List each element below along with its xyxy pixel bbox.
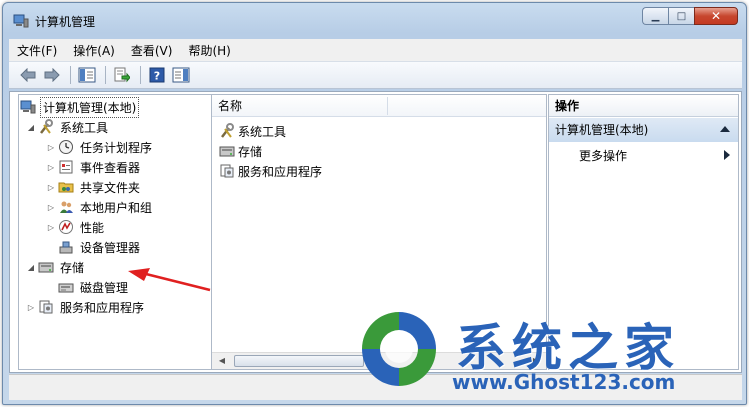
users-icon <box>57 199 75 215</box>
tree-item-storage[interactable]: ◢ 存储 <box>25 257 86 277</box>
storage-icon <box>37 259 55 275</box>
show-hide-tree-icon <box>78 67 96 83</box>
toolbar: ? <box>9 61 742 89</box>
tree-label: 设备管理器 <box>80 240 141 255</box>
list-item-label: 服务和应用程序 <box>238 164 323 179</box>
tree-item-local-users-groups[interactable]: ▷ 本地用户和组 <box>45 197 154 217</box>
close-button[interactable]: ✕ <box>694 7 738 25</box>
tree-item-task-scheduler[interactable]: ▷ 任务计划程序 <box>45 137 154 157</box>
shared-folder-icon <box>57 179 75 195</box>
console-tree[interactable]: 计算机管理(本地) ◢ 系统工具 ▷ 任务计划程序 ▷ 事件查看器 ▷ 共享文件… <box>18 94 212 370</box>
submenu-arrow-icon[interactable] <box>724 150 730 160</box>
title-bar[interactable]: 计算机管理 ▁ □ ✕ <box>3 3 746 37</box>
forward-arrow-icon <box>44 68 60 82</box>
horizontal-scrollbar[interactable]: ◀ ▶ <box>212 352 546 369</box>
computer-management-icon <box>19 99 37 115</box>
help-button[interactable]: ? <box>146 65 168 85</box>
actions-section-label: 计算机管理(本地) <box>555 123 649 137</box>
actions-header: 操作 <box>549 95 738 117</box>
toolbar-separator <box>105 66 106 84</box>
device-manager-icon <box>57 239 75 255</box>
performance-icon <box>57 219 75 235</box>
show-hide-tree-button[interactable] <box>76 65 98 85</box>
menu-file[interactable]: 文件(F) <box>9 42 65 59</box>
tree-label: 本地用户和组 <box>80 200 153 215</box>
scrollbar-thumb[interactable] <box>234 355 364 367</box>
expand-triangle-icon[interactable]: ▷ <box>45 163 57 172</box>
list-item-label: 系统工具 <box>238 124 287 139</box>
clock-icon <box>57 139 75 155</box>
tree-label: 性能 <box>80 220 105 235</box>
main-content: 计算机管理(本地) ◢ 系统工具 ▷ 任务计划程序 ▷ 事件查看器 ▷ 共享文件… <box>9 91 742 373</box>
more-actions-item[interactable]: 更多操作 <box>579 147 627 164</box>
red-pointer-arrow-icon <box>128 268 211 292</box>
expand-triangle-icon[interactable]: ▷ <box>45 143 57 152</box>
collapse-triangle-icon[interactable]: ◢ <box>25 123 37 132</box>
disk-management-icon <box>57 279 75 295</box>
actions-section-computer-management[interactable]: 计算机管理(本地) <box>549 118 738 142</box>
event-viewer-icon <box>57 159 75 175</box>
tree-label: 任务计划程序 <box>80 140 153 155</box>
expand-triangle-icon[interactable]: ▷ <box>45 183 57 192</box>
collapse-triangle-icon[interactable]: ◢ <box>25 263 37 272</box>
services-icon <box>37 299 55 315</box>
tree-item-services-applications[interactable]: ▷ 服务和应用程序 <box>25 297 146 317</box>
column-separator[interactable] <box>387 97 388 115</box>
menu-action[interactable]: 操作(A) <box>65 42 123 59</box>
tree-label: 存储 <box>60 260 85 275</box>
show-hide-action-pane-button[interactable] <box>170 65 192 85</box>
tree-item-event-viewer[interactable]: ▷ 事件查看器 <box>45 157 142 177</box>
back-arrow-icon <box>20 68 36 82</box>
list-item-services-applications[interactable]: 服务和应用程序 <box>218 161 322 181</box>
tree-item-computer-management-local[interactable]: 计算机管理(本地) <box>19 96 140 118</box>
show-hide-action-pane-icon <box>172 67 190 83</box>
actions-pane: 操作 计算机管理(本地) 更多操作 <box>548 94 739 370</box>
expand-triangle-icon[interactable]: ▷ <box>45 203 57 212</box>
tools-icon <box>37 119 55 135</box>
export-list-icon <box>114 67 130 83</box>
scroll-right-arrow-icon[interactable]: ▶ <box>529 355 543 367</box>
tree-item-disk-management[interactable]: 磁盘管理 <box>57 277 130 297</box>
computer-management-icon <box>13 14 29 28</box>
back-button[interactable] <box>17 65 39 85</box>
toolbar-separator <box>70 66 71 84</box>
tree-label: 服务和应用程序 <box>60 300 145 315</box>
tree-item-performance[interactable]: ▷ 性能 <box>45 217 106 237</box>
list-item-system-tools[interactable]: 系统工具 <box>218 121 286 141</box>
results-pane[interactable]: 名称 系统工具 存储 服务和应用程序 ◀ ▶ <box>211 94 547 370</box>
tree-label: 事件查看器 <box>80 160 141 175</box>
menu-bar: 文件(F) 操作(A) 查看(V) 帮助(H) <box>9 39 742 61</box>
export-list-button[interactable] <box>111 65 133 85</box>
forward-button[interactable] <box>41 65 63 85</box>
help-icon: ? <box>149 67 165 83</box>
expand-triangle-icon[interactable]: ▷ <box>45 223 57 232</box>
tree-label: 计算机管理(本地) <box>40 96 140 118</box>
column-header-label: 名称 <box>218 99 243 113</box>
menu-view[interactable]: 查看(V) <box>123 42 181 59</box>
tree-item-shared-folders[interactable]: ▷ 共享文件夹 <box>45 177 142 197</box>
tree-label: 系统工具 <box>60 120 109 135</box>
storage-icon <box>218 143 236 159</box>
tree-item-device-manager[interactable]: 设备管理器 <box>57 237 142 257</box>
tools-icon <box>218 123 236 139</box>
svg-text:?: ? <box>154 70 160 83</box>
menu-help[interactable]: 帮助(H) <box>180 42 238 59</box>
column-header-name[interactable]: 名称 <box>212 95 546 117</box>
services-icon <box>218 163 236 179</box>
tree-label: 共享文件夹 <box>80 180 141 195</box>
window-controls: ▁ □ ✕ <box>642 7 738 25</box>
scroll-left-arrow-icon[interactable]: ◀ <box>215 355 229 367</box>
toolbar-separator <box>140 66 141 84</box>
list-item-storage[interactable]: 存储 <box>218 141 262 161</box>
tree-item-system-tools[interactable]: ◢ 系统工具 <box>25 117 110 137</box>
computer-management-window: 计算机管理 ▁ □ ✕ 文件(F) 操作(A) 查看(V) 帮助(H) ? 计算… <box>2 2 747 405</box>
window-title: 计算机管理 <box>35 15 96 29</box>
tree-label: 磁盘管理 <box>80 280 129 295</box>
minimize-button[interactable]: ▁ <box>642 7 668 25</box>
expand-triangle-icon[interactable]: ▷ <box>25 303 37 312</box>
list-item-label: 存储 <box>238 144 263 159</box>
collapse-up-icon[interactable] <box>720 126 730 132</box>
status-bar <box>9 374 742 400</box>
maximize-button[interactable]: □ <box>668 7 694 25</box>
